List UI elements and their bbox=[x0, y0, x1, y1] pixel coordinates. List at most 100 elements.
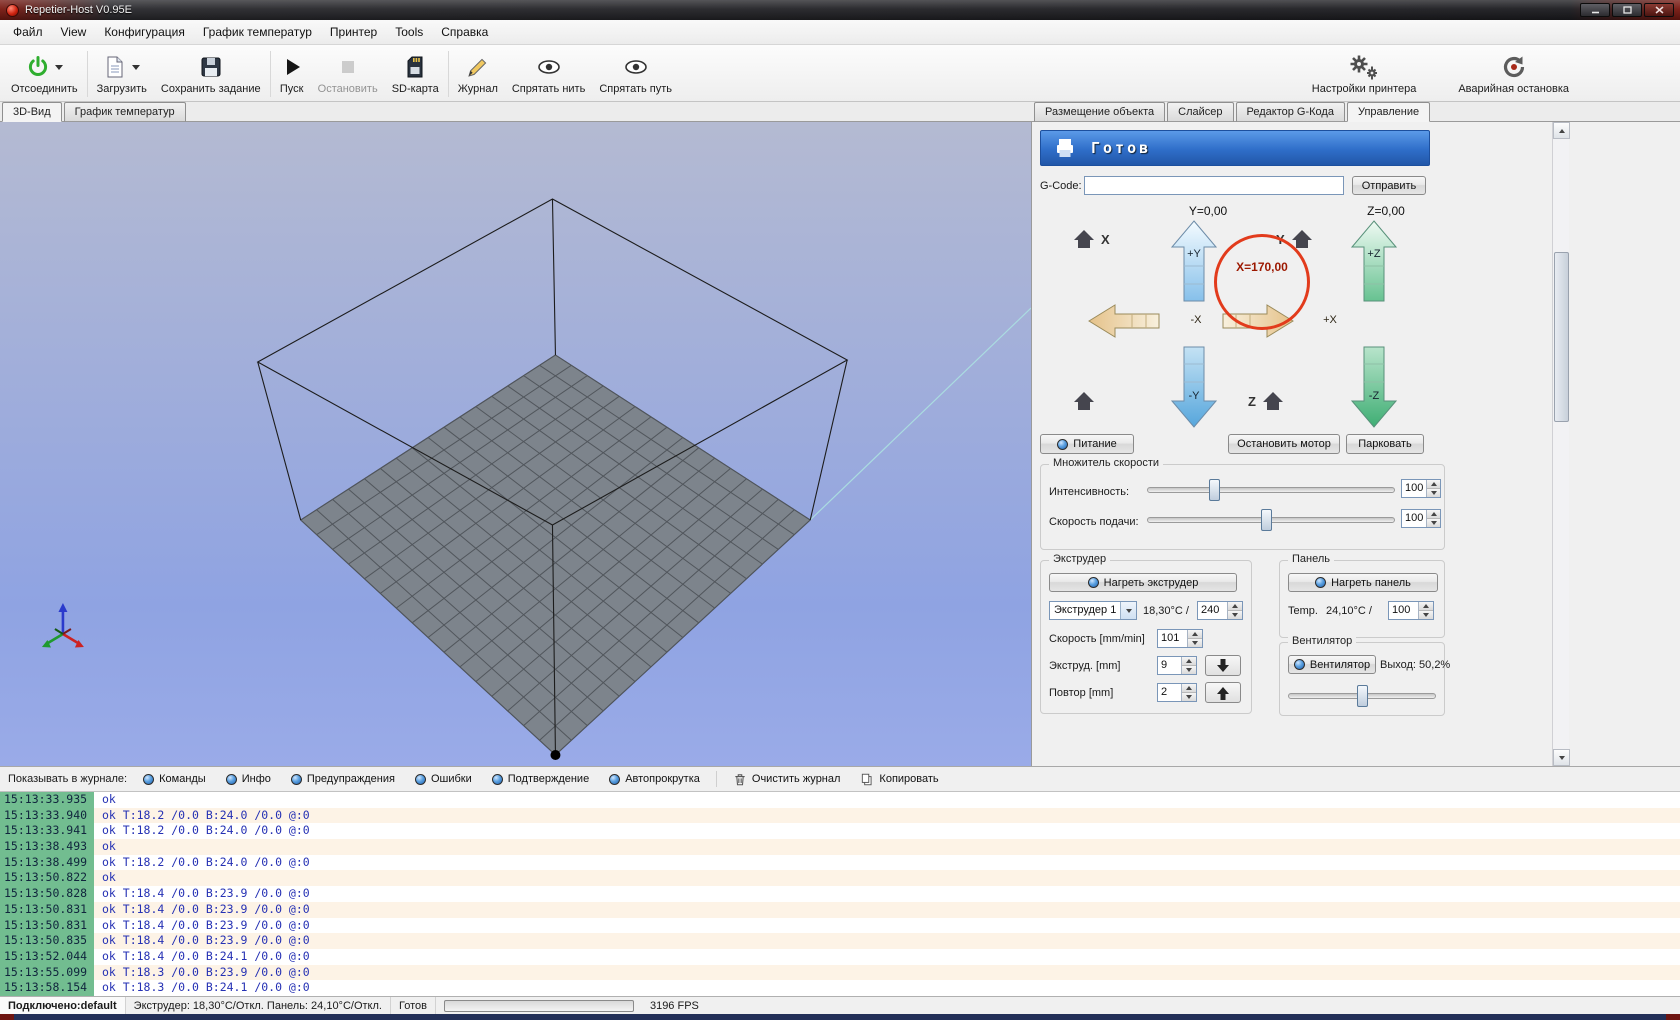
retract-spinner[interactable]: 2 bbox=[1157, 683, 1197, 702]
spin-up-button[interactable] bbox=[1228, 602, 1242, 610]
spin-up-button[interactable] bbox=[1427, 510, 1440, 518]
gcode-input[interactable] bbox=[1084, 176, 1344, 195]
dropdown-caret-icon[interactable] bbox=[55, 65, 63, 70]
extruder-target-value[interactable]: 240 bbox=[1198, 602, 1227, 619]
extrude-down-button[interactable] bbox=[1205, 655, 1241, 676]
feed-spinner[interactable]: 100 bbox=[1401, 509, 1441, 528]
log-toggle-commands[interactable]: Команды bbox=[139, 771, 210, 787]
toolbar-printer-settings-button[interactable]: Настройки принтера bbox=[1305, 47, 1424, 101]
log-toggle-autoscroll[interactable]: Автопрокрутка bbox=[605, 771, 704, 787]
menu-file[interactable]: Файл bbox=[4, 21, 52, 43]
send-gcode-button[interactable]: Отправить bbox=[1352, 176, 1426, 195]
slider-thumb[interactable] bbox=[1261, 509, 1272, 531]
power-toggle-button[interactable]: Питание bbox=[1040, 434, 1134, 454]
tab-control[interactable]: Управление bbox=[1347, 102, 1430, 122]
extrude-spinner[interactable]: 9 bbox=[1157, 656, 1197, 675]
extruder-speed-spinner[interactable]: 101 bbox=[1157, 629, 1203, 648]
minimize-button[interactable] bbox=[1580, 3, 1610, 17]
scroll-up-button[interactable] bbox=[1553, 122, 1570, 139]
park-button[interactable]: Парковать bbox=[1346, 434, 1424, 454]
heat-extruder-button[interactable]: Нагреть экструдер bbox=[1049, 573, 1237, 592]
jog-plus-x-button[interactable]: +X bbox=[1222, 304, 1294, 338]
scroll-thumb[interactable] bbox=[1554, 252, 1569, 422]
spin-down-button[interactable] bbox=[1228, 610, 1242, 619]
combo-caret-icon[interactable] bbox=[1120, 602, 1136, 619]
jog-minus-y-button[interactable]: -Y bbox=[1171, 346, 1217, 428]
maximize-button[interactable] bbox=[1612, 3, 1642, 17]
tab-temp-graph[interactable]: График температур bbox=[64, 102, 186, 122]
fan-toggle-button[interactable]: Вентилятор bbox=[1288, 655, 1376, 674]
log-toggle-info[interactable]: Инфо bbox=[222, 771, 275, 787]
slider-thumb[interactable] bbox=[1209, 479, 1220, 501]
title-bar[interactable]: Repetier-Host V0.95E bbox=[0, 0, 1680, 20]
heat-bed-button[interactable]: Нагреть панель bbox=[1288, 573, 1438, 592]
toolbar-load-button[interactable]: Загрузить bbox=[90, 47, 154, 101]
extruder-select[interactable]: Экструдер 1 bbox=[1049, 601, 1137, 620]
toolbar-disconnect-button[interactable]: Отсоединить bbox=[4, 47, 85, 101]
spin-up-button[interactable] bbox=[1182, 657, 1196, 665]
home-z-button[interactable]: Z bbox=[1248, 390, 1285, 412]
tab-3d-view[interactable]: 3D-Вид bbox=[2, 102, 62, 122]
tab-object-placement[interactable]: Размещение объекта bbox=[1034, 102, 1165, 122]
tab-slicer[interactable]: Слайсер bbox=[1167, 102, 1233, 122]
tab-gcode-editor[interactable]: Редактор G-Кода bbox=[1236, 102, 1345, 122]
flow-value[interactable]: 100 bbox=[1402, 480, 1426, 497]
bed-target-value[interactable]: 100 bbox=[1389, 602, 1418, 619]
jog-minus-z-button[interactable]: -Z bbox=[1351, 346, 1397, 428]
log-area[interactable]: 15:13:33.935ok 15:13:33.940ok T:18.2 /0.… bbox=[0, 792, 1680, 996]
spin-down-button[interactable] bbox=[1182, 692, 1196, 701]
toolbar-journal-button[interactable]: Журнал bbox=[451, 47, 505, 101]
feed-value[interactable]: 100 bbox=[1402, 510, 1426, 527]
toolbar-emergency-stop-button[interactable]: Аварийная остановка bbox=[1451, 47, 1576, 101]
spin-down-button[interactable] bbox=[1419, 610, 1433, 619]
spin-up-button[interactable] bbox=[1427, 480, 1440, 488]
bed-target-spinner[interactable]: 100 bbox=[1388, 601, 1434, 620]
flow-spinner[interactable]: 100 bbox=[1401, 479, 1441, 498]
home-all-button[interactable] bbox=[1072, 390, 1096, 412]
menu-tools[interactable]: Tools bbox=[386, 21, 432, 43]
spin-down-button[interactable] bbox=[1188, 638, 1202, 647]
extruder-speed-value[interactable]: 101 bbox=[1158, 630, 1187, 647]
toolbar-save-job-button[interactable]: Сохранить задание bbox=[154, 47, 268, 101]
toolbar-sd-card-button[interactable]: SD-карта bbox=[385, 47, 446, 101]
menu-temp-graph[interactable]: График температур bbox=[194, 21, 321, 43]
log-toggle-warnings[interactable]: Предупраждения bbox=[287, 771, 399, 787]
extruder-target-spinner[interactable]: 240 bbox=[1197, 601, 1243, 620]
log-toggle-errors[interactable]: Ошибки bbox=[411, 771, 476, 787]
retract-up-button[interactable] bbox=[1205, 682, 1241, 703]
menu-help[interactable]: Справка bbox=[432, 21, 497, 43]
menu-view[interactable]: View bbox=[52, 21, 96, 43]
spin-down-button[interactable] bbox=[1427, 518, 1440, 527]
stop-motor-button[interactable]: Остановить мотор bbox=[1228, 434, 1340, 454]
spin-up-button[interactable] bbox=[1188, 630, 1202, 638]
menu-printer[interactable]: Принтер bbox=[321, 21, 386, 43]
jog-minus-x-button[interactable]: -X bbox=[1088, 304, 1160, 338]
spin-up-button[interactable] bbox=[1419, 602, 1433, 610]
toolbar-hide-filament-button[interactable]: Спрятать нить bbox=[505, 47, 592, 101]
scroll-down-button[interactable] bbox=[1553, 749, 1570, 766]
home-y-button[interactable]: Y bbox=[1276, 228, 1314, 250]
fan-slider[interactable] bbox=[1288, 685, 1436, 707]
spin-down-button[interactable] bbox=[1182, 665, 1196, 674]
home-x-button[interactable]: X bbox=[1072, 228, 1110, 250]
flow-slider[interactable] bbox=[1147, 479, 1395, 501]
3d-viewport[interactable] bbox=[0, 122, 1031, 766]
feed-slider[interactable] bbox=[1147, 509, 1395, 531]
spin-down-button[interactable] bbox=[1427, 488, 1440, 497]
slider-thumb[interactable] bbox=[1357, 685, 1368, 707]
copy-log-button[interactable]: Копировать bbox=[856, 770, 942, 789]
clear-log-button[interactable]: Очистить журнал bbox=[729, 770, 845, 789]
toolbar-hide-travel-button[interactable]: Спрятать путь bbox=[592, 47, 679, 101]
3d-view[interactable] bbox=[0, 122, 1032, 766]
jog-plus-z-button[interactable]: +Z bbox=[1351, 220, 1397, 302]
dropdown-caret-icon[interactable] bbox=[132, 65, 140, 70]
spin-up-button[interactable] bbox=[1182, 684, 1196, 692]
toolbar-start-button[interactable]: Пуск bbox=[273, 47, 311, 101]
speed-multiplier-group: Множитель скорости Интенсивность: 100 Ск… bbox=[1040, 464, 1445, 550]
retract-value[interactable]: 2 bbox=[1158, 684, 1181, 701]
menu-config[interactable]: Конфигурация bbox=[95, 21, 194, 43]
panel-scrollbar[interactable] bbox=[1552, 122, 1569, 766]
close-button[interactable] bbox=[1644, 3, 1674, 17]
log-toggle-ack[interactable]: Подтверждение bbox=[488, 771, 593, 787]
extrude-value[interactable]: 9 bbox=[1158, 657, 1181, 674]
